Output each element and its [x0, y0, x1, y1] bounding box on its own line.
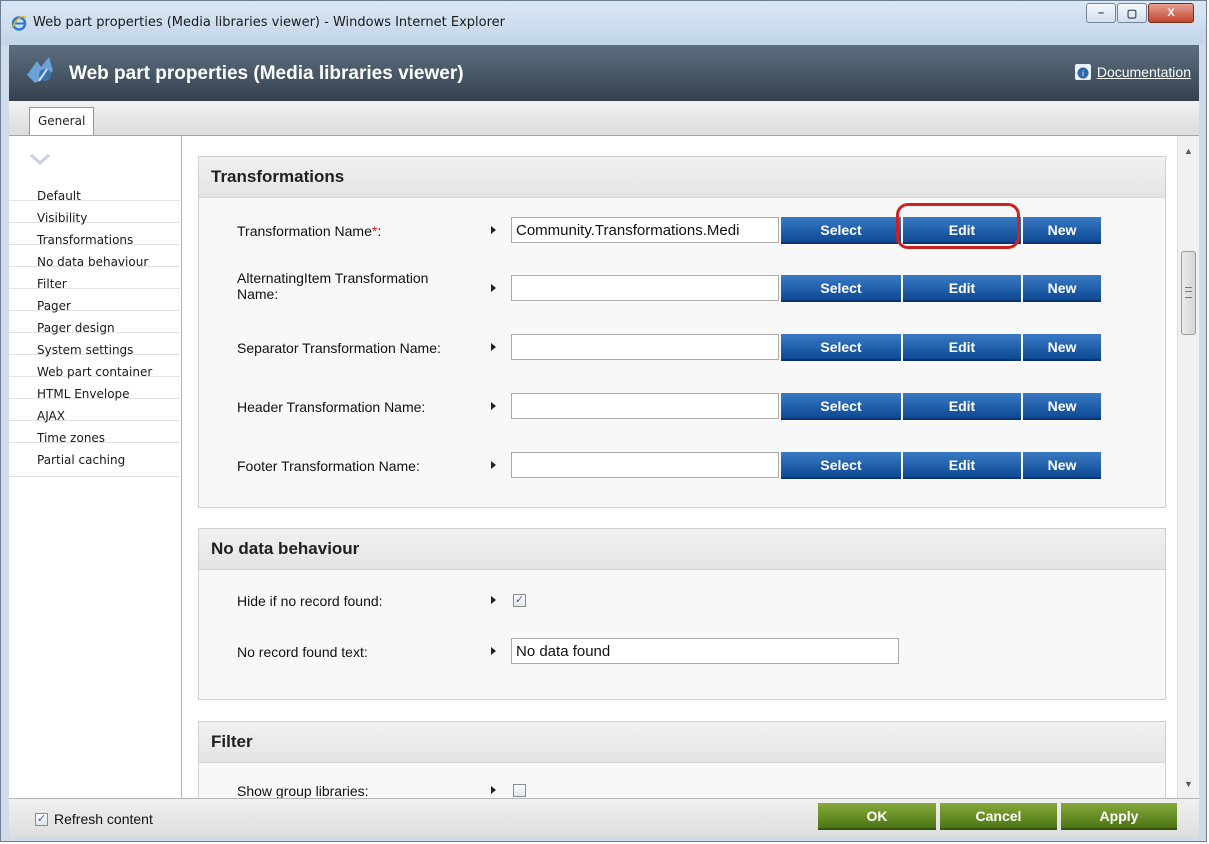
documentation-label: Documentation [1096, 64, 1191, 80]
transformations-heading: Transformations [199, 157, 1165, 198]
page-title: Web part properties (Media libraries vie… [69, 63, 464, 84]
transformation-name-input[interactable]: Community.Transformations.Medi [511, 217, 779, 243]
title-bar: Web part properties (Media libraries vie… [1, 1, 1206, 45]
select-button[interactable]: Select [781, 217, 901, 244]
transformation-name-label: Transformation Name*: [237, 223, 382, 239]
expand-arrow-icon[interactable] [491, 402, 496, 410]
footer-transformation-row: Footer Transformation Name: Select Edit … [199, 451, 1165, 481]
expand-arrow-icon[interactable] [491, 461, 496, 469]
new-button[interactable]: New [1023, 275, 1101, 302]
web-part-icon [27, 57, 53, 83]
select-button[interactable]: Select [781, 275, 901, 302]
vertical-scrollbar[interactable]: ▲ ▼ [1177, 136, 1199, 798]
apply-button[interactable]: Apply [1061, 803, 1177, 830]
filter-section: Filter Show group libraries: [198, 721, 1166, 798]
expand-arrow-icon[interactable] [491, 596, 496, 604]
no-data-behaviour-heading: No data behaviour [199, 529, 1165, 570]
filter-heading: Filter [199, 722, 1165, 763]
refresh-content-control[interactable]: ✓ Refresh content [35, 811, 153, 827]
header-transformation-row: Header Transformation Name: Select Edit … [199, 392, 1165, 422]
browser-window: Web part properties (Media libraries vie… [0, 0, 1207, 842]
tab-general[interactable]: General [29, 107, 95, 135]
close-button[interactable]: X [1148, 3, 1194, 23]
expand-arrow-icon[interactable] [491, 647, 496, 655]
hide-if-no-record-checkbox[interactable]: ✓ [513, 594, 526, 607]
header-transformation-label: Header Transformation Name: [237, 399, 426, 415]
dialog-footer: ✓ Refresh content OK Cancel Apply [9, 798, 1199, 837]
new-button[interactable]: New [1023, 217, 1101, 244]
cancel-button[interactable]: Cancel [940, 803, 1057, 830]
header-transformation-input[interactable] [511, 393, 779, 419]
scroll-down-icon[interactable]: ▼ [1178, 775, 1199, 792]
footer-transformation-label: Footer Transformation Name: [237, 458, 420, 474]
hide-if-no-record-row: Hide if no record found: ✓ [199, 586, 1165, 616]
no-record-text-input[interactable]: No data found [511, 638, 899, 664]
select-button[interactable]: Select [781, 334, 901, 361]
footer-transformation-input[interactable] [511, 452, 779, 478]
edit-button[interactable]: Edit [903, 452, 1021, 479]
tab-bar: General [9, 101, 1199, 136]
dialog-header: Web part properties (Media libraries vie… [9, 45, 1199, 101]
new-button[interactable]: New [1023, 393, 1101, 420]
grip-icon [1185, 287, 1192, 298]
transformation-name-row: Transformation Name*: Community.Transfor… [199, 216, 1165, 246]
select-button[interactable]: Select [781, 393, 901, 420]
separator-input[interactable] [511, 334, 779, 360]
expand-arrow-icon[interactable] [491, 284, 496, 292]
no-data-behaviour-section: No data behaviour Hide if no record foun… [198, 528, 1166, 700]
documentation-icon: i [1074, 64, 1091, 80]
expand-arrow-icon[interactable] [491, 226, 496, 234]
show-group-libraries-label: Show group libraries: [237, 783, 369, 798]
documentation-link[interactable]: i Documentation [1074, 64, 1191, 80]
new-button[interactable]: New [1023, 452, 1101, 479]
no-record-text-row: No record found text: No data found [199, 637, 1165, 667]
properties-content: Transformations Transformation Name*: Co… [182, 136, 1177, 798]
separator-row: Separator Transformation Name: Select Ed… [199, 333, 1165, 363]
scroll-up-icon[interactable]: ▲ [1178, 142, 1199, 159]
select-button[interactable]: Select [781, 452, 901, 479]
alternating-item-input[interactable] [511, 275, 779, 301]
sidebar-list: Default Visibility Transformations No da… [9, 189, 180, 477]
edit-button[interactable]: Edit [903, 217, 1021, 244]
sidebar: Default Visibility Transformations No da… [9, 136, 182, 798]
transformations-section: Transformations Transformation Name*: Co… [198, 156, 1166, 508]
show-group-libraries-row: Show group libraries: [199, 778, 1165, 798]
no-record-text-label: No record found text: [237, 644, 368, 660]
expand-arrow-icon[interactable] [491, 786, 496, 794]
edit-button[interactable]: Edit [903, 275, 1021, 302]
scroll-thumb[interactable] [1181, 251, 1196, 335]
ok-button[interactable]: OK [818, 803, 936, 830]
refresh-content-label: Refresh content [54, 811, 153, 827]
refresh-content-checkbox[interactable]: ✓ [35, 812, 48, 826]
expand-arrow-icon[interactable] [491, 343, 496, 351]
svg-text:i: i [1082, 69, 1084, 78]
hide-if-no-record-label: Hide if no record found: [237, 593, 383, 609]
alternating-item-label: AlternatingItem Transformation Name: [237, 270, 429, 302]
new-button[interactable]: New [1023, 334, 1101, 361]
show-group-libraries-checkbox[interactable] [513, 784, 526, 797]
separator-label: Separator Transformation Name: [237, 340, 441, 356]
window-controls: – ▢ X [1085, 3, 1194, 23]
alternating-item-row: AlternatingItem Transformation Name: Sel… [199, 270, 1165, 304]
edit-button[interactable]: Edit [903, 334, 1021, 361]
window-title: Web part properties (Media libraries vie… [33, 15, 505, 30]
maximize-button[interactable]: ▢ [1117, 3, 1147, 23]
internet-explorer-icon [11, 16, 27, 31]
chevron-down-icon[interactable] [29, 152, 51, 166]
minimize-button[interactable]: – [1086, 3, 1116, 23]
edit-button[interactable]: Edit [903, 393, 1021, 420]
